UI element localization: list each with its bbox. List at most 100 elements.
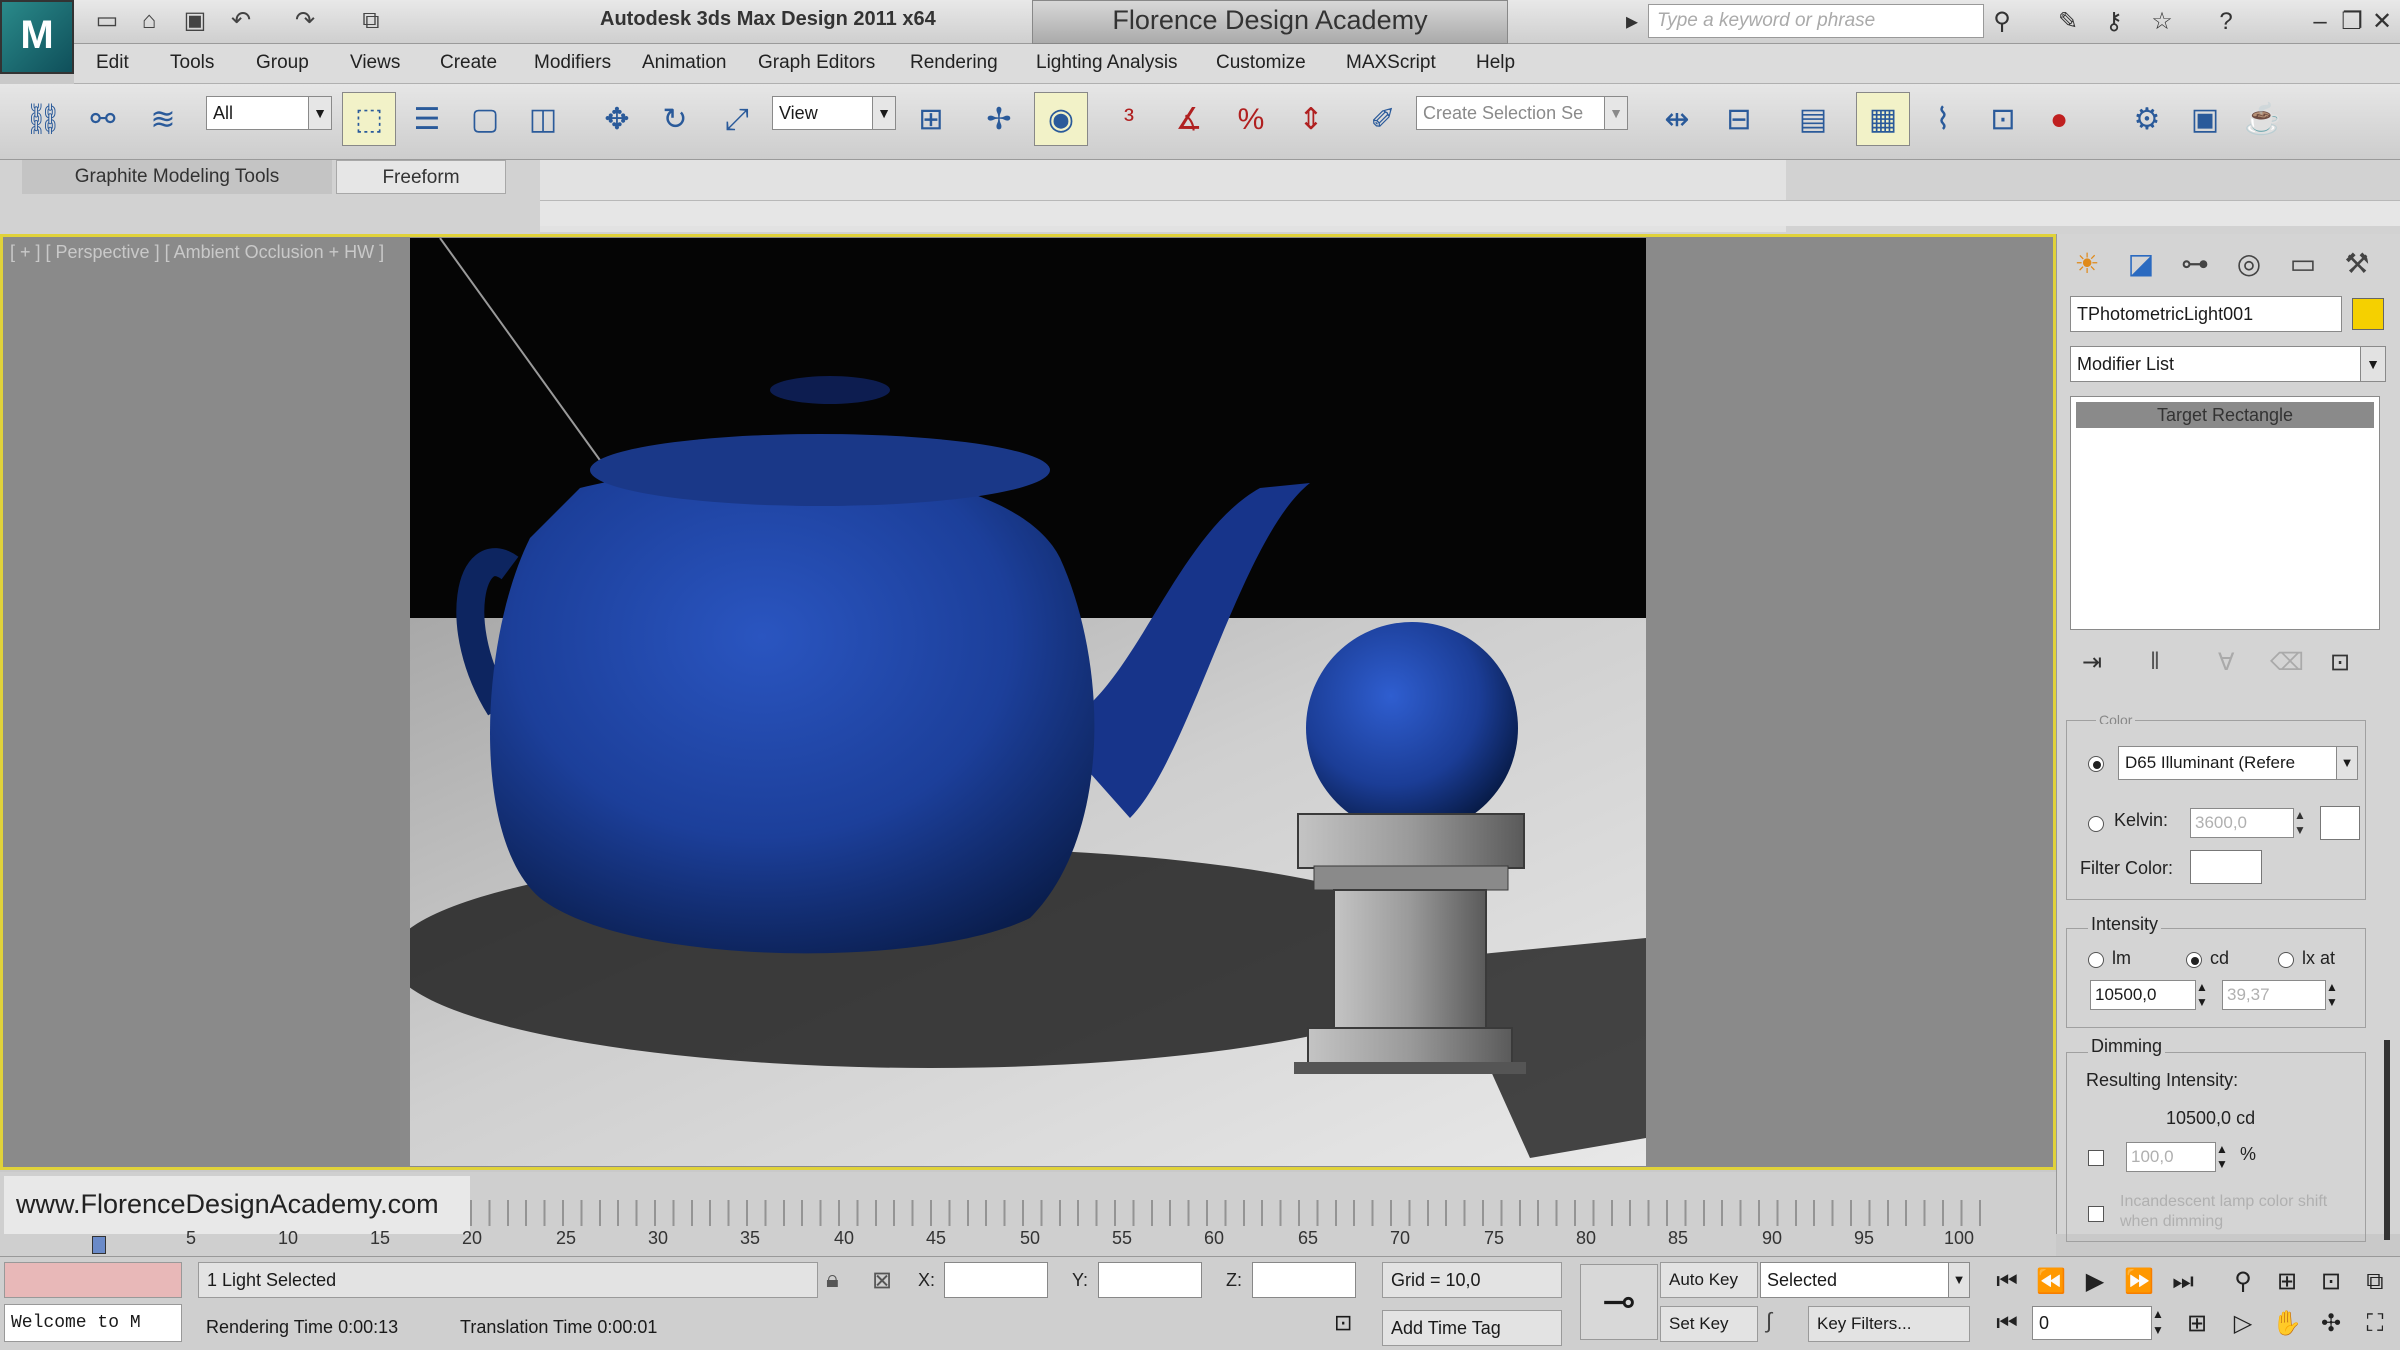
menu-edit[interactable]: Edit	[96, 52, 129, 74]
minimize-button[interactable]: –	[2304, 6, 2336, 38]
pivot-center-icon[interactable]: ⊞	[904, 92, 958, 146]
make-unique-icon[interactable]: ∀	[2218, 648, 2234, 677]
key-mode-curve-icon[interactable]: ∫	[1766, 1308, 1772, 1334]
rendered-frame-window-icon[interactable]: ▣	[2178, 92, 2232, 146]
binoculars-icon[interactable]: ⚲	[1986, 6, 2018, 38]
timeline-ruler[interactable]	[470, 1200, 1990, 1226]
maximize-viewport-icon[interactable]: ⛶	[2354, 1306, 2396, 1342]
pan-hand-icon[interactable]: ✋	[2266, 1306, 2308, 1342]
menu-maxscript[interactable]: MAXScript	[1346, 52, 1436, 74]
lx-distance-spinner-arrows[interactable]: ▲ ▼	[2326, 980, 2338, 1010]
auto-key-button[interactable]: Auto Key	[1660, 1262, 1758, 1298]
curve-editor-icon[interactable]: ⌇	[1916, 92, 1970, 146]
lx-distance-spinner[interactable]: 39,37	[2222, 980, 2326, 1010]
show-end-result-icon[interactable]: ‖	[2150, 648, 2160, 676]
command-panel-scrollbar[interactable]	[2384, 1040, 2390, 1240]
manipulate-icon[interactable]: ✢	[972, 92, 1026, 146]
render-production-icon[interactable]: ☕	[2236, 92, 2290, 146]
dimming-percent-spinner[interactable]: 100,0	[2126, 1142, 2216, 1172]
reference-coordinate-dropdown[interactable]: View ▼	[772, 96, 896, 130]
selection-lock-icon[interactable]: 🔒︎	[826, 1266, 839, 1294]
configure-modifier-sets-icon[interactable]: ⊡	[2330, 648, 2350, 677]
menu-modifiers[interactable]: Modifiers	[534, 52, 611, 74]
help-icon[interactable]: ?	[2210, 6, 2242, 38]
hierarchy-tab-icon[interactable]: ⊶	[2174, 244, 2216, 284]
info-arrow-icon[interactable]: ▸	[1616, 6, 1648, 38]
select-and-scale-icon[interactable]: ⤢	[710, 92, 764, 146]
cd-radio[interactable]	[2186, 952, 2202, 968]
add-time-tag-button[interactable]: Add Time Tag	[1382, 1310, 1562, 1346]
set-key-button[interactable]: Set Key	[1660, 1306, 1758, 1342]
utilities-tab-icon[interactable]: ⚒	[2336, 244, 2378, 284]
keyboard-shortcut-override-icon[interactable]: ◉	[1034, 92, 1088, 146]
menu-create[interactable]: Create	[440, 52, 497, 74]
remove-modifier-icon[interactable]: ⌫	[2270, 648, 2304, 677]
selection-filter-dropdown[interactable]: All ▼	[206, 96, 332, 130]
select-and-rotate-icon[interactable]: ↻	[648, 92, 702, 146]
key-selection-dropdown[interactable]: Selected ▼	[1760, 1262, 1970, 1298]
orbit-icon[interactable]: ✣	[2310, 1306, 2352, 1342]
stack-item-target-rectangle[interactable]: Target Rectangle	[2076, 402, 2374, 428]
lx-at-radio[interactable]	[2278, 952, 2294, 968]
menu-group[interactable]: Group	[256, 52, 309, 74]
window-crossing-icon[interactable]: ◫	[516, 92, 570, 146]
mirror-icon[interactable]: ⇹	[1650, 92, 1704, 146]
current-frame-field[interactable]: 0	[2032, 1306, 2152, 1340]
app-menu-button[interactable]: M	[0, 0, 74, 74]
go-to-end-icon[interactable]: ⏭	[2162, 1264, 2204, 1300]
align-icon[interactable]: ⊟	[1712, 92, 1766, 146]
tab-graphite-modeling-tools[interactable]: Graphite Modeling Tools	[22, 160, 332, 194]
project-folder-icon[interactable]: ⧉	[356, 6, 386, 36]
menu-help[interactable]: Help	[1476, 52, 1515, 74]
close-button[interactable]: ✕	[2366, 6, 2398, 38]
open-file-icon[interactable]: ⌂	[134, 6, 164, 36]
previous-frame-icon[interactable]: ⏪	[2030, 1264, 2072, 1300]
next-frame-icon[interactable]: ⏩	[2118, 1264, 2160, 1300]
bind-space-warp-icon[interactable]: ≋	[136, 92, 190, 146]
display-tab-icon[interactable]: ▭	[2282, 244, 2324, 284]
intensity-spinner[interactable]: 10500,0	[2090, 980, 2196, 1010]
kelvin-spinner[interactable]: 3600,0	[2190, 808, 2294, 838]
frame-spinner-arrows[interactable]: ▲ ▼	[2152, 1306, 2164, 1338]
select-and-move-icon[interactable]: ✥	[590, 92, 644, 146]
unlink-icon[interactable]: ⚯	[76, 92, 130, 146]
x-coordinate-field[interactable]	[944, 1262, 1048, 1298]
undo-icon[interactable]: ↶	[226, 6, 256, 36]
subscription-icon[interactable]: ✎	[2052, 6, 2084, 38]
filter-color-swatch[interactable]	[2190, 850, 2262, 884]
kelvin-color-swatch[interactable]	[2320, 806, 2360, 840]
favorites-star-icon[interactable]: ☆	[2146, 6, 2178, 38]
material-editor-icon[interactable]: ●	[2032, 92, 2086, 146]
graphite-toggle-icon[interactable]: ▦	[1856, 92, 1910, 146]
maxscript-listener-pink[interactable]	[4, 1262, 182, 1298]
create-tab-icon[interactable]: ☀	[2066, 244, 2108, 284]
time-slider[interactable]	[92, 1236, 106, 1254]
motion-tab-icon[interactable]: ◎	[2228, 244, 2270, 284]
dimming-checkbox[interactable]	[2088, 1150, 2104, 1166]
play-icon[interactable]: ▶	[2074, 1264, 2116, 1300]
maxscript-mini-listener[interactable]: Welcome to M	[4, 1304, 182, 1342]
zoom-all-icon[interactable]: ⊞	[2266, 1264, 2308, 1300]
named-selection-dropdown[interactable]: Create Selection Se ▼	[1416, 96, 1628, 130]
object-name-field[interactable]: TPhotometricLight001	[2070, 296, 2342, 332]
zoom-extents-all-icon[interactable]: ⧉	[2354, 1264, 2396, 1300]
viewport-label[interactable]: [ + ] [ Perspective ] [ Ambient Occlusio…	[10, 242, 384, 263]
zoom-extents-icon[interactable]: ⊡	[2310, 1264, 2352, 1300]
menu-tools[interactable]: Tools	[170, 52, 214, 74]
menu-lighting-analysis[interactable]: Lighting Analysis	[1036, 52, 1178, 74]
absolute-mode-icon[interactable]: ⊠	[872, 1266, 892, 1295]
restore-button[interactable]: ❐	[2336, 6, 2368, 38]
menu-graph-editors[interactable]: Graph Editors	[758, 52, 875, 74]
communication-icon[interactable]: ⚷	[2098, 6, 2130, 38]
go-to-start-icon[interactable]: ⏮	[1986, 1264, 2028, 1300]
percent-snap-icon[interactable]: %	[1224, 92, 1278, 146]
modify-tab-icon[interactable]: ◪	[2120, 244, 2162, 284]
spinner-snap-icon[interactable]: ⇕	[1284, 92, 1338, 146]
preset-radio[interactable]	[2088, 756, 2104, 772]
modifier-list-dropdown[interactable]: Modifier List ▼	[2070, 346, 2386, 382]
intensity-spinner-arrows[interactable]: ▲ ▼	[2196, 980, 2208, 1010]
redo-icon[interactable]: ↷	[290, 6, 320, 36]
save-icon[interactable]: ▣	[180, 6, 210, 36]
select-and-link-icon[interactable]: ⛓	[16, 92, 70, 146]
tab-freeform[interactable]: Freeform	[336, 160, 506, 194]
